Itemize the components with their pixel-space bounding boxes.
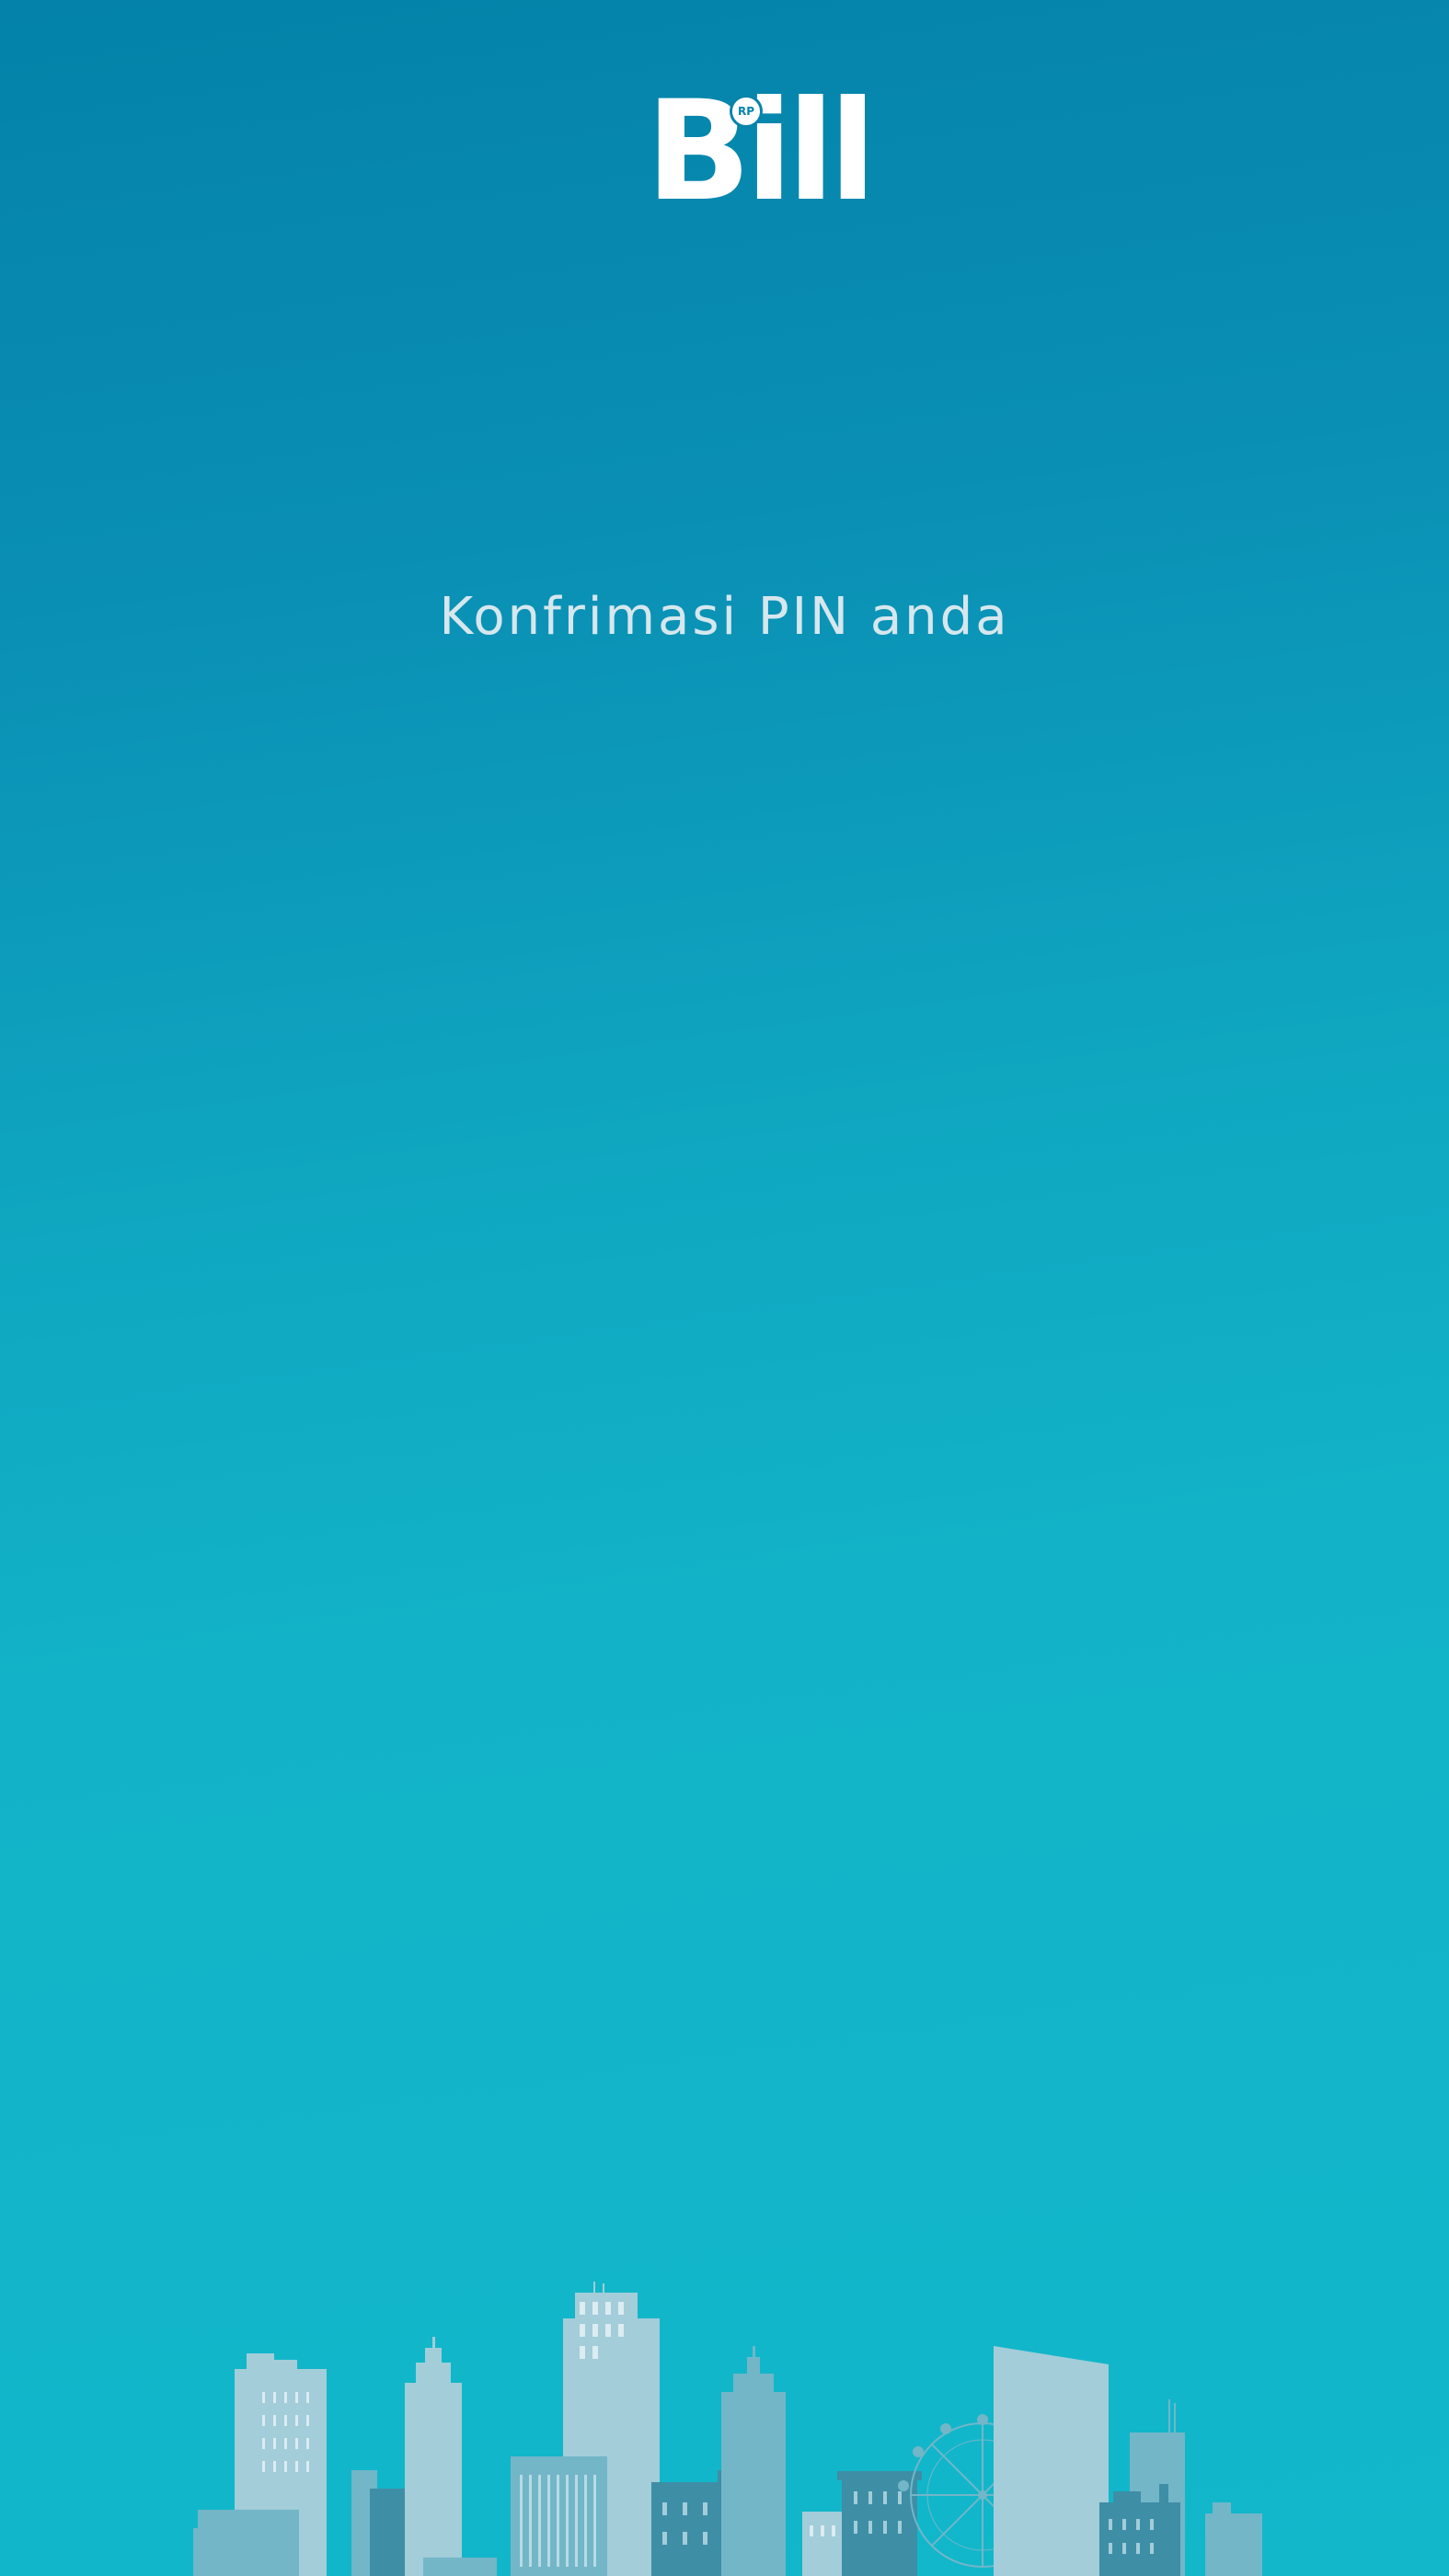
building-left-low [198,2510,299,2576]
pin-confirm-prompt: Konfrimasi PIN anda [439,587,1010,647]
building-glass [994,2346,1109,2576]
building-far-right [1205,2502,1262,2576]
city-skyline-illustration [193,2282,1262,2576]
building-dark-2 [837,2471,922,2576]
building-small [802,2512,848,2576]
building-stepped-tower [405,2337,462,2576]
building-mid-tower [721,2346,786,2576]
logo-badge: RP [730,95,763,128]
app-logo: Bill RP [646,83,877,221]
striped-building-windows [520,2475,596,2567]
